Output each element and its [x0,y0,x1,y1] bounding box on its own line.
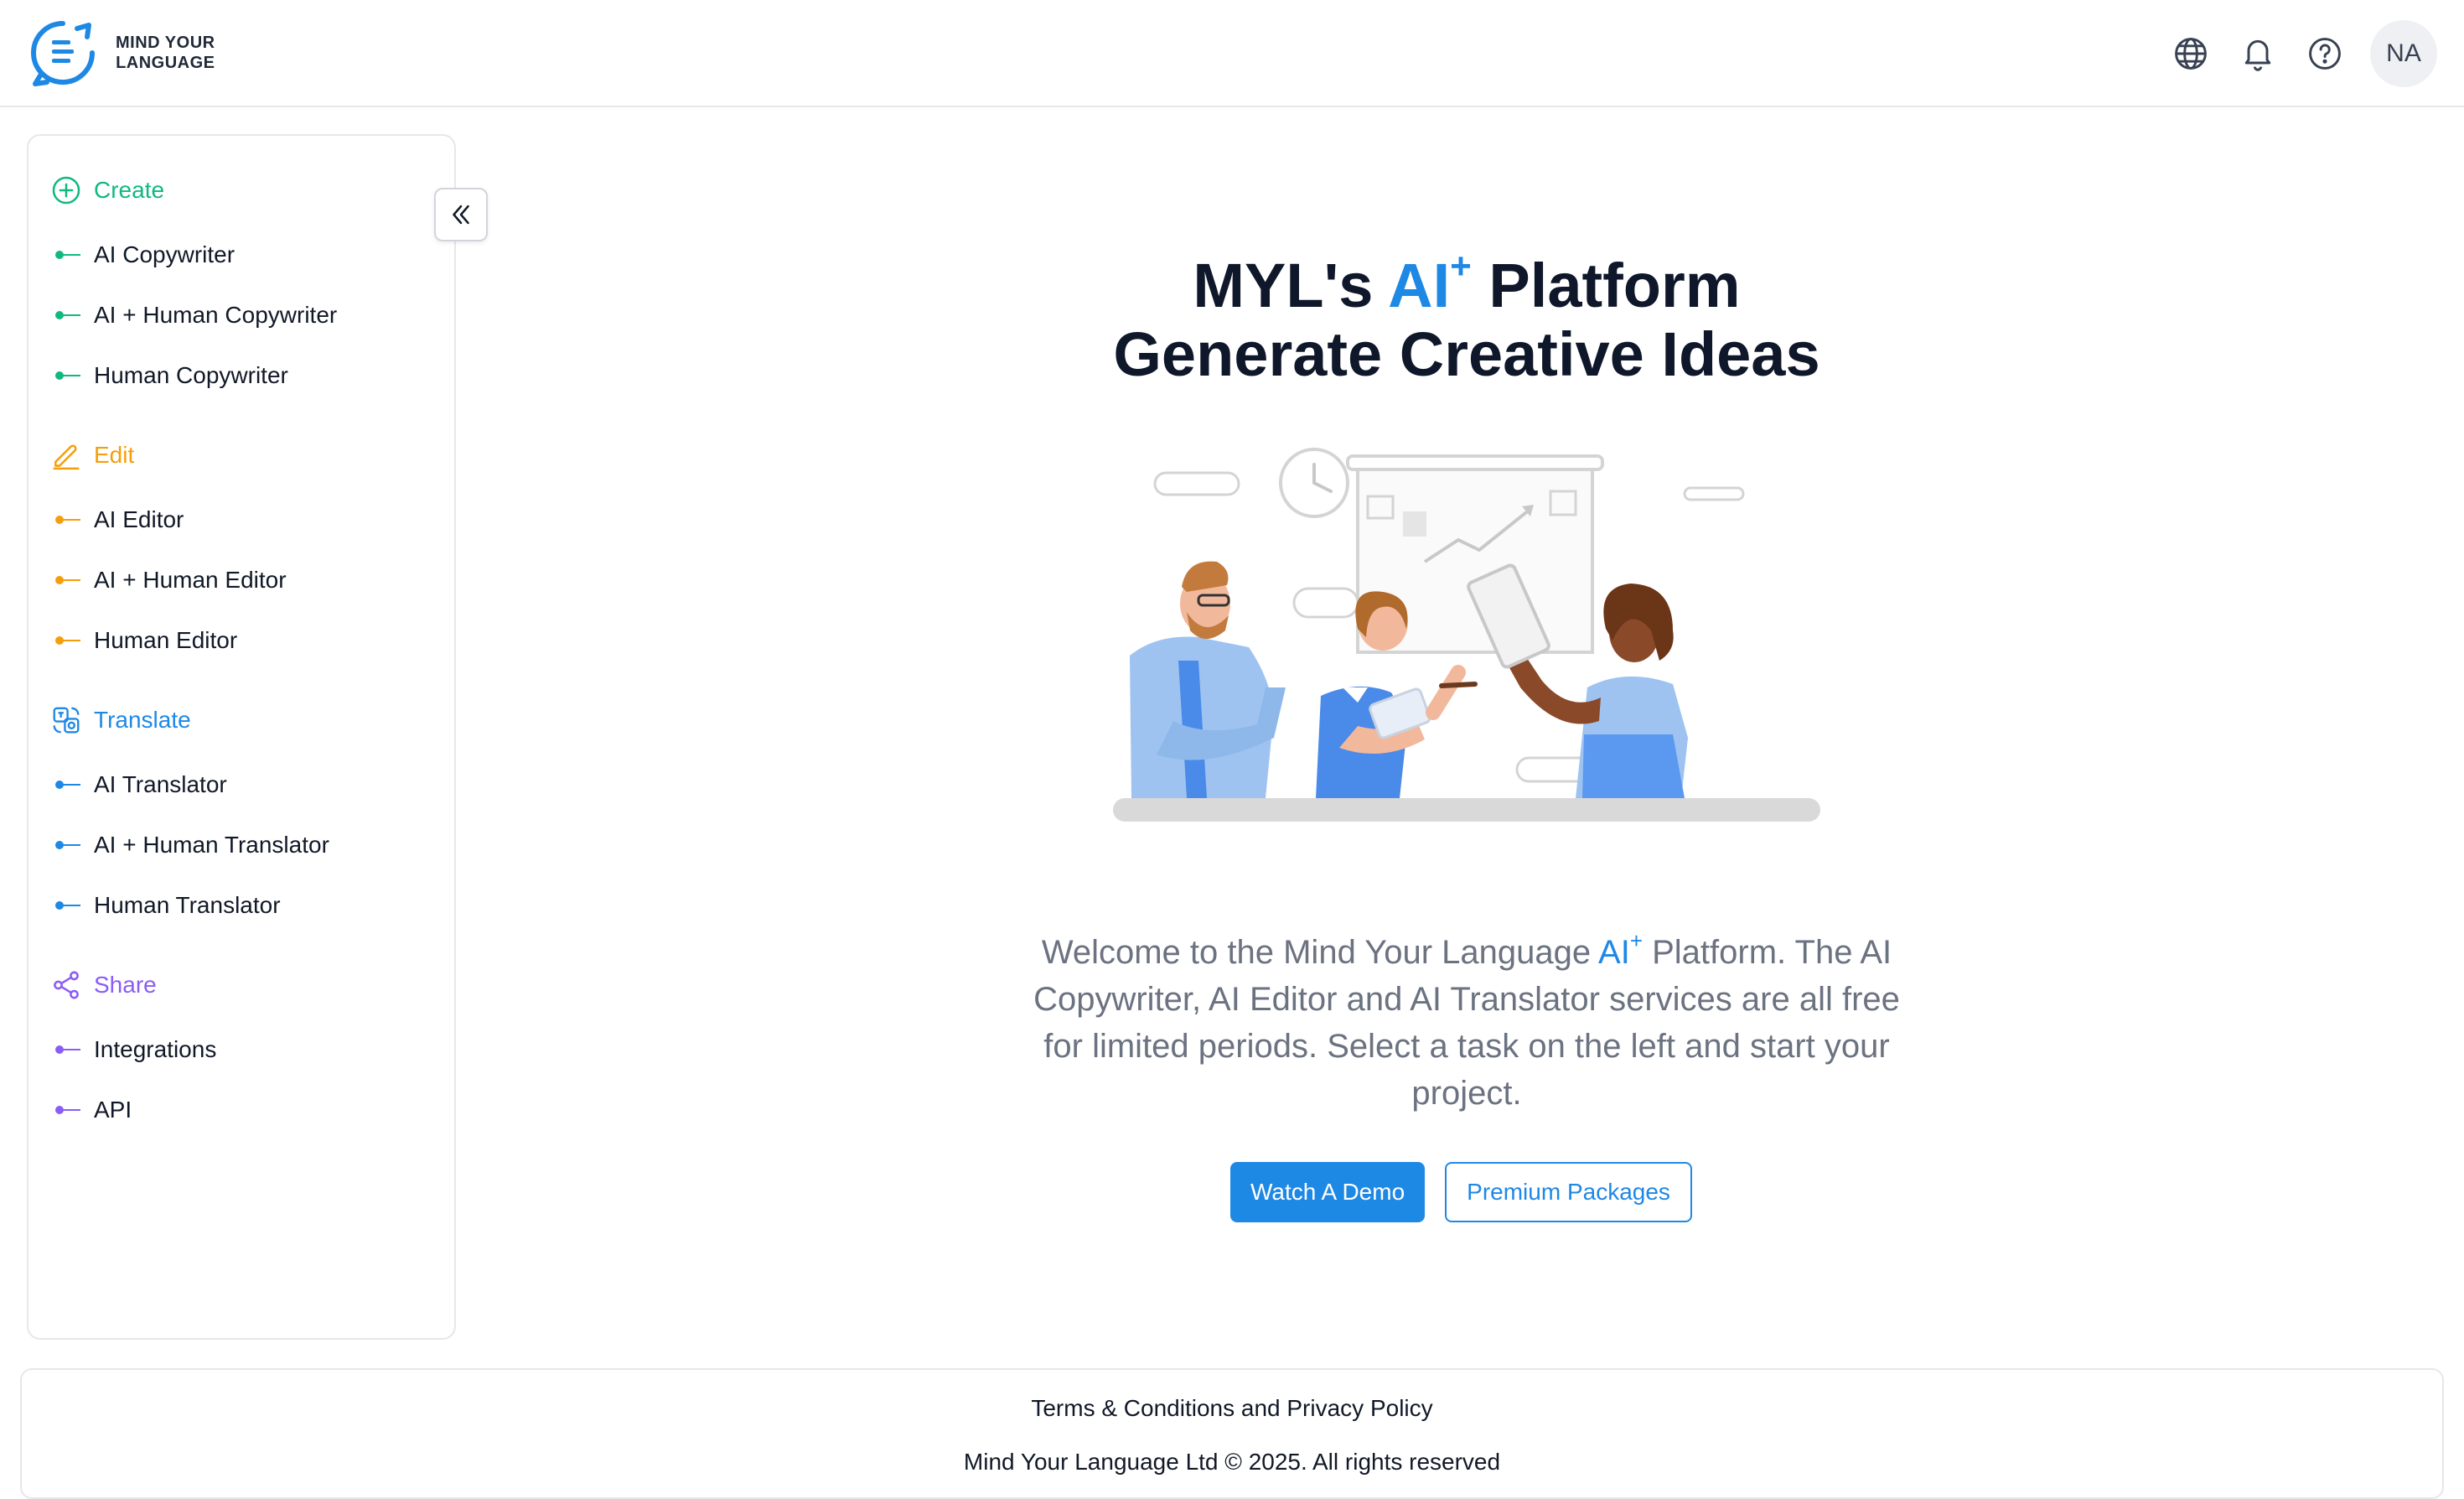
title-line-1: MYL's AI+ Platform [922,248,2011,320]
terms-privacy-link[interactable]: Terms & Conditions and Privacy Policy [22,1395,2442,1422]
title-ai-text: AI [1388,251,1451,320]
sidebar-item-label: AI + Human Editor [94,567,287,593]
sidebar-item-label: AI + Human Copywriter [94,302,338,328]
welcome-prefix: Welcome to the Mind Your Language [1041,934,1599,971]
bell-icon[interactable] [2236,32,2280,75]
section-share[interactable]: Share [50,969,157,1001]
sidebar-item-label: AI + Human Translator [94,832,329,858]
team-illustration [1113,448,1820,822]
welcome-ai-text: AI [1598,934,1630,971]
logo-line-1: MIND YOUR [116,34,215,52]
title-suffix: Platform [1471,251,1741,320]
pencil-icon [53,444,80,470]
section-create[interactable]: Create [50,174,164,206]
sidebar-item-label: Human Editor [94,627,238,653]
logo-line-2: LANGUAGE [116,54,215,72]
double-chevron-left-icon [453,205,469,225]
welcome-text: Welcome to the Mind Your Language AI+ Pl… [1031,929,1902,1117]
sidebar-item-human-copywriter[interactable]: Human Copywriter [52,362,288,389]
sidebar-item-label: AI Copywriter [94,241,236,267]
sidebar-item-ai-copywriter[interactable]: AI Copywriter [52,241,235,268]
cta-buttons: Watch A Demo Premium Packages [1230,1162,1692,1222]
sidebar-item-ai-human-editor[interactable]: AI + Human Editor [52,567,287,594]
sidebar: Create AI Copywriter AI + Human Copywrit… [27,134,456,1340]
sidebar-item-human-editor[interactable]: Human Editor [52,627,237,654]
title-ai: AI+ [1388,248,1472,320]
sidebar-item-human-translator[interactable]: Human Translator [52,892,281,919]
bullet-icon [52,250,82,260]
title-plus: + [1450,246,1472,287]
header-actions: NA [2169,20,2437,87]
sidebar-item-label: AI Editor [94,506,184,532]
welcome-ai: AI+ [1598,930,1643,971]
sidebar-item-label: Integrations [94,1036,217,1062]
page-title: MYL's AI+ Platform Generate Creative Ide… [922,248,2011,389]
bullet-icon [52,900,82,910]
title-prefix: MYL's [1193,251,1389,320]
copyright-text: Mind Your Language Ltd © 2025. All right… [963,1449,1501,1475]
help-icon[interactable] [2303,32,2347,75]
top-header: MIND YOUR LANGUAGE NA [0,0,2464,107]
section-translate[interactable]: Translate [50,704,191,736]
sidebar-item-label: Human Translator [94,892,281,918]
welcome-plus: + [1629,928,1643,953]
bullet-icon [52,780,82,790]
logo-icon [31,21,95,86]
premium-packages-button[interactable]: Premium Packages [1445,1162,1692,1222]
bullet-icon [52,635,82,646]
section-edit[interactable]: Edit [50,439,134,471]
share-icon [54,971,79,999]
section-share-label: Share [94,972,157,998]
bullet-icon [52,1105,82,1115]
sidebar-item-ai-human-copywriter[interactable]: AI + Human Copywriter [52,302,337,329]
bullet-icon [52,1045,82,1055]
section-edit-label: Edit [94,442,135,468]
footer: Terms & Conditions and Privacy Policy Mi… [20,1368,2444,1499]
sidebar-item-label: Human Copywriter [94,362,288,388]
sidebar-item-ai-human-translator[interactable]: AI + Human Translator [52,832,329,858]
logo[interactable]: MIND YOUR LANGUAGE [27,17,215,89]
section-create-label: Create [94,177,165,203]
sidebar-item-label: AI Translator [94,771,227,797]
avatar[interactable]: NA [2370,20,2437,87]
section-translate-label: Translate [94,707,191,733]
sidebar-item-ai-editor[interactable]: AI Editor [52,506,184,533]
bullet-icon [52,515,82,525]
plus-circle-icon [52,176,80,205]
page-subtitle: Generate Creative Ideas [1113,319,1820,389]
watch-demo-button[interactable]: Watch A Demo [1230,1162,1426,1222]
sidebar-item-label: API [94,1097,132,1123]
sidebar-item-ai-translator[interactable]: AI Translator [52,771,227,798]
bullet-icon [52,840,82,850]
sidebar-item-integrations[interactable]: Integrations [52,1036,216,1063]
globe-icon[interactable] [2169,32,2213,75]
translate-icon [53,707,80,734]
bullet-icon [52,371,82,381]
bullet-icon [52,575,82,585]
collapse-sidebar-button[interactable] [434,188,488,241]
logo-text: MIND YOUR LANGUAGE [116,33,215,73]
bullet-icon [52,310,82,320]
sidebar-item-api[interactable]: API [52,1097,132,1123]
